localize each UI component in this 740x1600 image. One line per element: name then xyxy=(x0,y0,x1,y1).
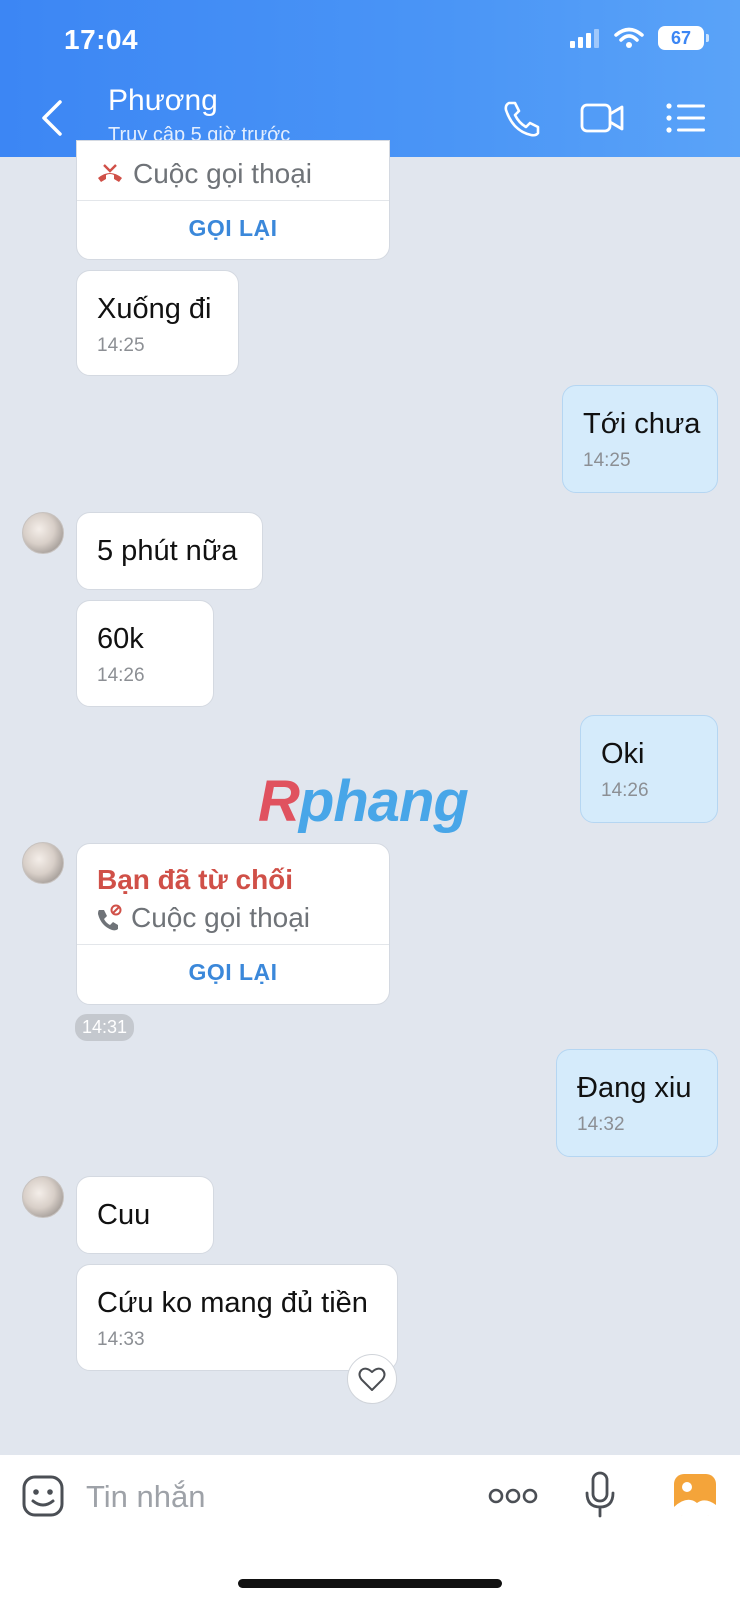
call-declined-title: Bạn đã từ chối xyxy=(97,864,294,895)
call-row: Cuộc gọi thoại xyxy=(77,896,389,944)
status-time: 17:04 xyxy=(64,24,139,55)
image-gallery-icon[interactable] xyxy=(673,1473,717,1517)
microphone-icon[interactable] xyxy=(584,1471,616,1519)
contact-name[interactable]: Phương xyxy=(108,84,218,118)
watermark-logo: Rphang xyxy=(258,769,469,834)
phone-icon[interactable] xyxy=(500,98,544,138)
message-time: 14:33 xyxy=(97,1329,145,1350)
message-text: Xuống đi xyxy=(97,293,212,325)
message-time: 14:26 xyxy=(97,665,145,686)
video-call-icon[interactable] xyxy=(580,98,624,138)
chat-header: 17:04 67 Phương Truy cập 5 giờ trước xyxy=(0,0,740,157)
message-bubble[interactable]: Cứu ko mang đủ tiền 14:33 xyxy=(76,1264,398,1371)
call-label: Cuộc gọi thoại xyxy=(131,902,311,933)
menu-list-icon[interactable] xyxy=(664,98,708,138)
message-bubble-mine[interactable]: Tới chưa 14:25 xyxy=(562,385,718,493)
message-text: Tới chưa xyxy=(583,408,701,440)
message-input[interactable]: Tin nhắn xyxy=(86,1479,206,1515)
message-bubble[interactable]: Xuống đi 14:25 xyxy=(76,270,239,376)
message-bubble-mine[interactable]: Oki 14:26 xyxy=(580,715,718,823)
wifi-icon xyxy=(614,27,644,48)
call-card-previous: Cuộc gọi thoại GỌI LẠI xyxy=(76,140,390,260)
message-time: 14:26 xyxy=(601,780,649,801)
contact-avatar[interactable] xyxy=(22,842,64,884)
message-bubble[interactable]: 60k 14:26 xyxy=(76,600,214,707)
message-time-pill: 14:31 xyxy=(75,1014,135,1041)
message-text: 5 phút nữa xyxy=(97,535,238,567)
declined-call-icon xyxy=(98,904,122,931)
contact-avatar[interactable] xyxy=(22,512,64,554)
message-time: 14:32 xyxy=(577,1114,625,1135)
message-text: Cứu ko mang đủ tiền xyxy=(97,1287,368,1319)
back-icon[interactable] xyxy=(36,98,70,138)
more-options-icon[interactable] xyxy=(488,1487,538,1505)
heart-icon xyxy=(358,1367,386,1391)
react-heart-button[interactable] xyxy=(347,1354,397,1404)
call-card-declined: Bạn đã từ chối Cuộc gọi thoại GỌI LẠI xyxy=(76,843,390,1005)
call-row: Cuộc gọi thoại xyxy=(77,141,389,200)
contact-avatar[interactable] xyxy=(22,1176,64,1218)
message-time: 14:25 xyxy=(583,450,631,471)
call-label: Cuộc gọi thoại xyxy=(133,158,313,189)
signal-icon xyxy=(570,29,599,48)
missed-call-icon xyxy=(98,164,122,182)
message-bubble[interactable]: 5 phút nữa xyxy=(76,512,263,590)
battery-indicator: 67 xyxy=(658,26,709,50)
message-text: Oki xyxy=(601,738,645,770)
message-text: Đang xiu xyxy=(577,1072,692,1104)
message-text: Cuu xyxy=(97,1199,151,1231)
home-indicator xyxy=(238,1579,502,1588)
sticker-emoji-icon[interactable] xyxy=(22,1475,64,1517)
status-icons: 67 xyxy=(570,26,709,50)
call-back-button[interactable]: GỌI LẠI xyxy=(77,201,389,256)
message-bubble-mine[interactable]: Đang xiu 14:32 xyxy=(556,1049,718,1157)
call-back-button[interactable]: GỌI LẠI xyxy=(77,945,389,1000)
message-text: 60k xyxy=(97,623,144,655)
message-composer: Tin nhắn xyxy=(0,1455,740,1600)
message-bubble[interactable]: Cuu xyxy=(76,1176,214,1254)
message-time: 14:25 xyxy=(97,335,145,356)
